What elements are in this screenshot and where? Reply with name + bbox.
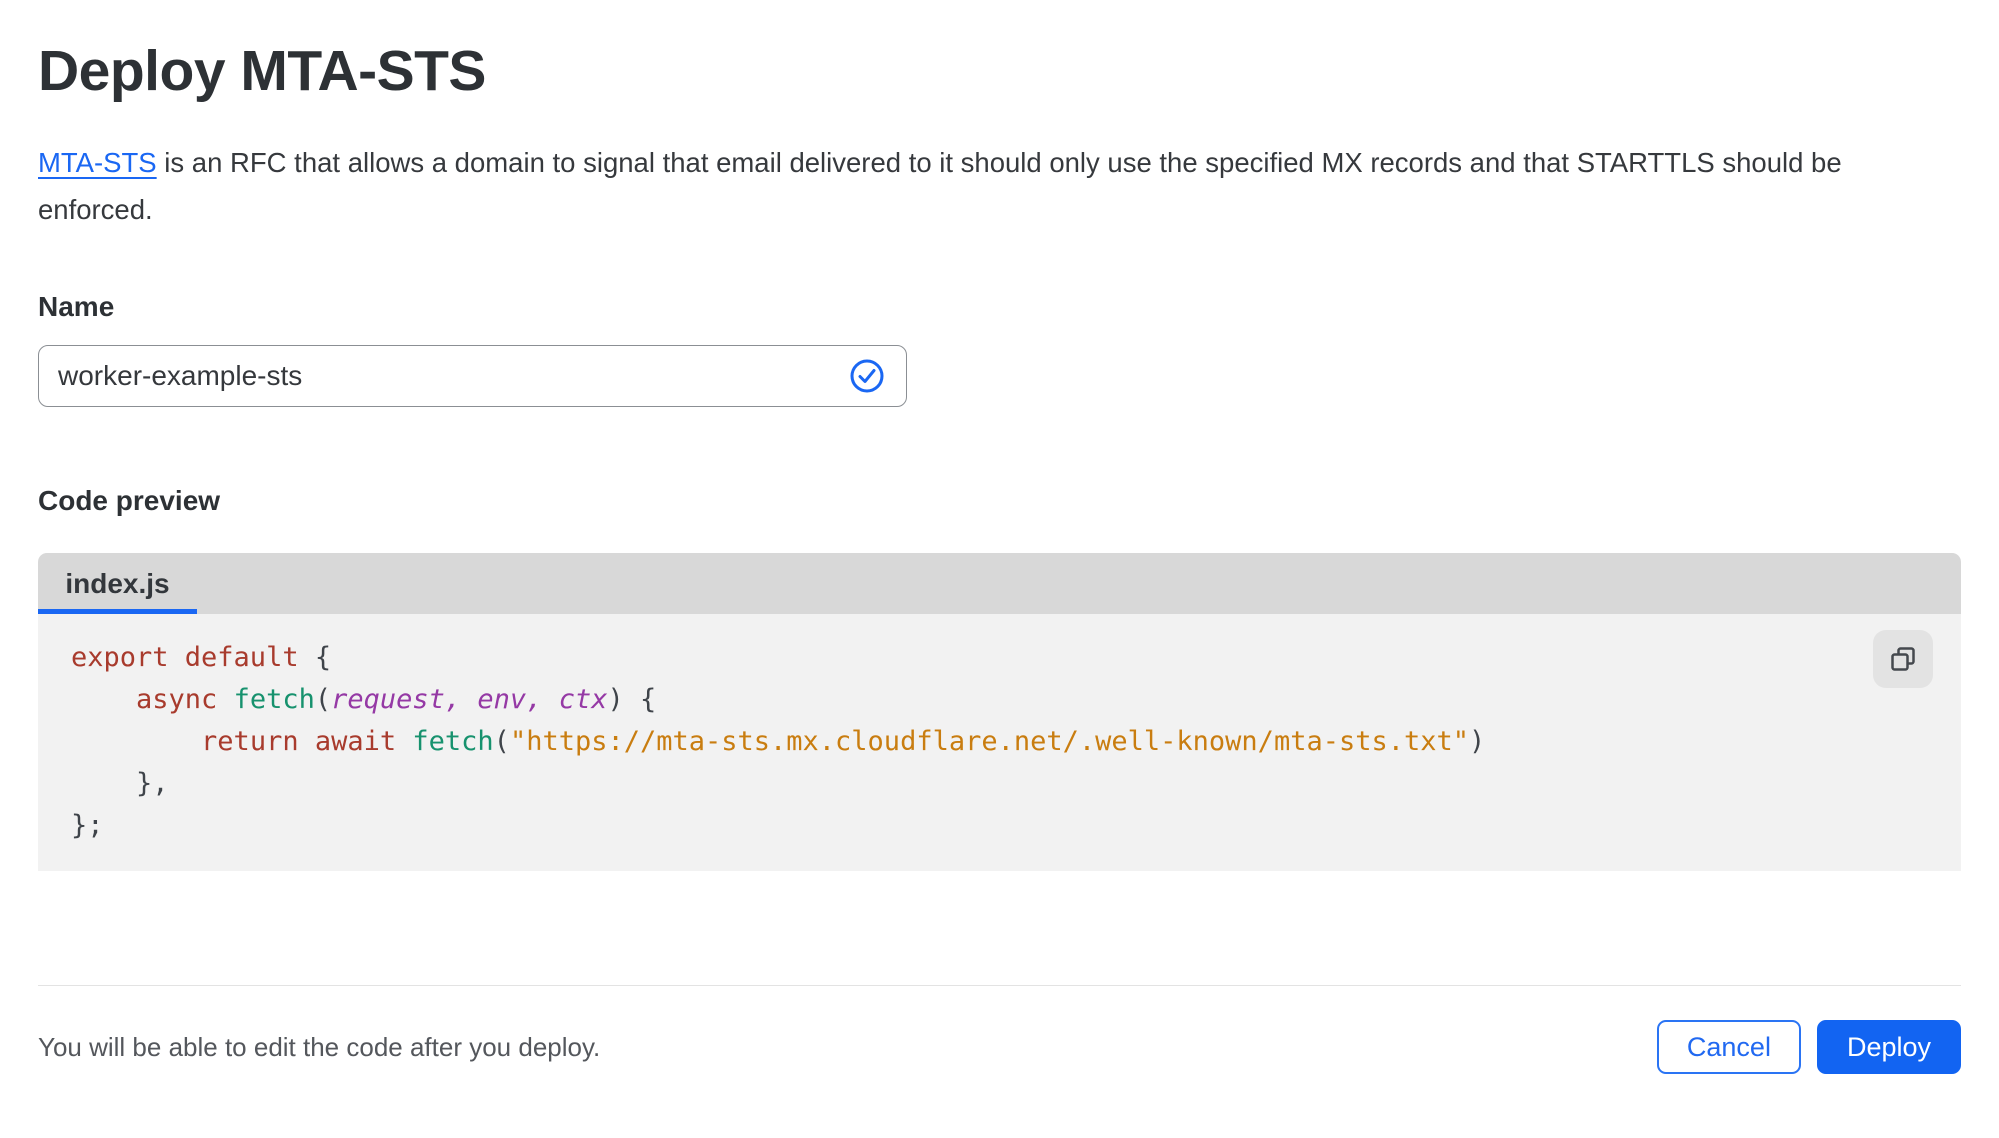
code-line: return await fetch("https://mta-sts.mx.c… xyxy=(201,726,1486,757)
deploy-button[interactable]: Deploy xyxy=(1816,1020,1961,1074)
footer-actions: Cancel Deploy xyxy=(1656,1020,1961,1074)
footer-note: You will be able to edit the code after … xyxy=(38,1031,601,1062)
name-input-wrap xyxy=(38,345,907,407)
intro-paragraph: MTA-STS is an RFC that allows a domain t… xyxy=(38,139,1958,233)
name-input[interactable] xyxy=(38,345,907,407)
code-area: export default { async fetch(request, en… xyxy=(38,614,1961,871)
deploy-mta-sts-page: Deploy MTA-STS MTA-STS is an RFC that al… xyxy=(0,40,1999,1074)
page-title: Deploy MTA-STS xyxy=(38,39,486,103)
copy-icon xyxy=(1891,647,1915,671)
code-content: export default { async fetch(request, en… xyxy=(71,637,1861,847)
tab-index-js[interactable]: index.js xyxy=(38,553,197,614)
code-line: async fetch(request, env, ctx) { xyxy=(136,684,657,715)
mta-sts-link[interactable]: MTA-STS xyxy=(38,147,157,178)
code-tab-bar: index.js xyxy=(38,553,1961,614)
code-preview-card: index.js export default { async fetch(re… xyxy=(38,553,1961,871)
footer: You will be able to edit the code after … xyxy=(0,1020,1999,1074)
code-line: }, xyxy=(71,768,169,799)
footer-divider xyxy=(38,985,1961,986)
intro-text: is an RFC that allows a domain to signal… xyxy=(38,147,1842,225)
name-label: Name xyxy=(38,291,115,322)
code-preview-heading: Code preview xyxy=(38,485,221,516)
cancel-button[interactable]: Cancel xyxy=(1656,1020,1801,1074)
copy-code-button[interactable] xyxy=(1873,630,1933,688)
code-line: }; xyxy=(71,810,104,841)
tab-label: index.js xyxy=(65,567,170,599)
check-circle-icon xyxy=(849,358,885,394)
code-line: export default { xyxy=(71,642,332,673)
